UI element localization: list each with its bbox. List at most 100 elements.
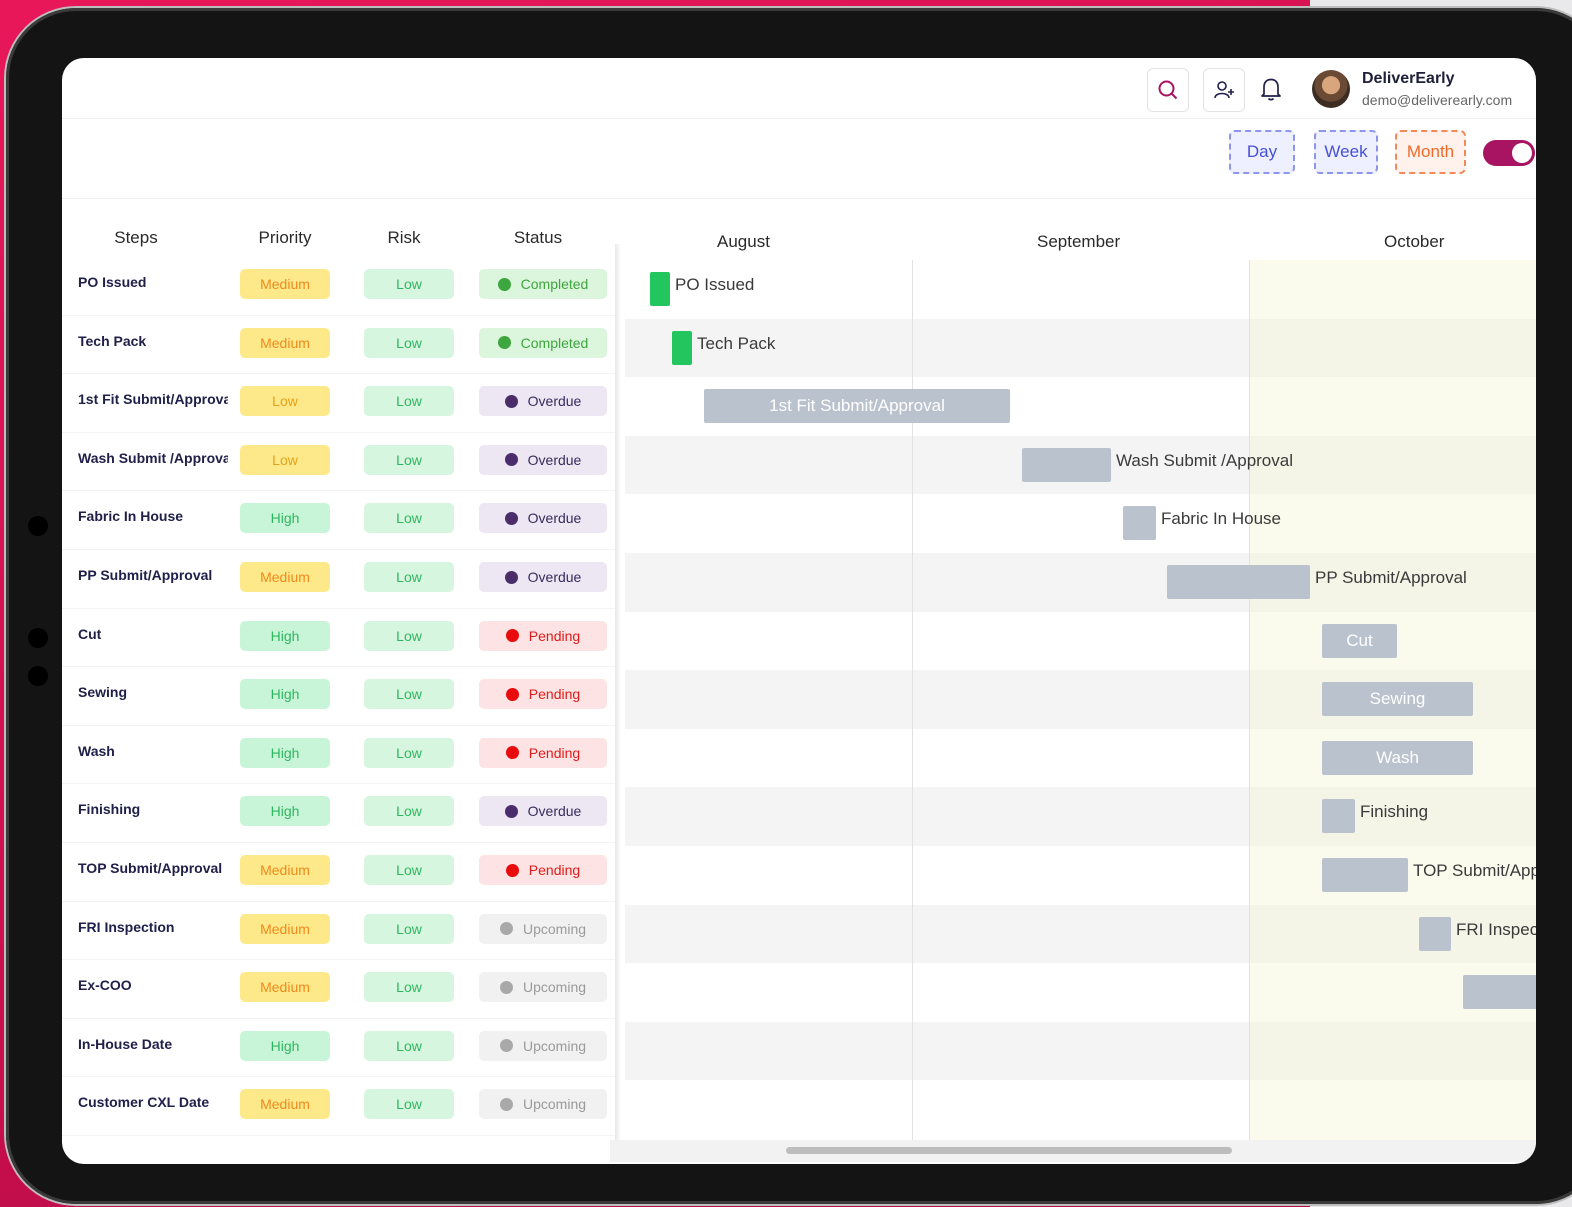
- status-label: Upcoming: [522, 1096, 587, 1113]
- header-divider: [62, 198, 1536, 199]
- risk-badge: Low: [364, 503, 454, 534]
- status-label: Upcoming: [522, 920, 587, 937]
- table-row[interactable]: Sewing High Low Pending: [62, 666, 615, 726]
- status-dot: [505, 629, 519, 643]
- column-header-status[interactable]: Status: [493, 228, 583, 248]
- step-name: Wash: [78, 742, 115, 759]
- table-row[interactable]: Tech Pack Medium Low Completed: [62, 315, 615, 375]
- user-name: DeliverEarly: [1362, 70, 1455, 87]
- priority-badge: Medium: [240, 972, 330, 1003]
- priority-badge: Medium: [240, 1089, 330, 1120]
- gantt-bar[interactable]: [1022, 447, 1111, 482]
- table-row[interactable]: In-House Date High Low Upcoming: [62, 1018, 615, 1078]
- priority-badge: Medium: [240, 913, 330, 944]
- step-name: TOP Submit/Approval: [78, 860, 223, 876]
- view-toggle-switch[interactable]: [1483, 140, 1535, 166]
- table-row[interactable]: Customer CXL Date Medium Low Upcoming: [62, 1076, 615, 1136]
- status-label: Overdue: [527, 803, 582, 820]
- table-row[interactable]: FRI Inspection Medium Low Upcoming: [62, 901, 615, 961]
- gantt-bar[interactable]: [1419, 916, 1451, 951]
- priority-badge: High: [240, 620, 330, 651]
- scrollbar-thumb[interactable]: [786, 1147, 1232, 1154]
- column-header-priority[interactable]: Priority: [240, 228, 330, 248]
- risk-badge: Low: [364, 796, 454, 827]
- priority-badge: Low: [240, 444, 330, 475]
- step-name: Customer CXL Date: [78, 1094, 210, 1111]
- step-name: Wash Submit /Approval: [78, 449, 228, 466]
- table-row[interactable]: 1st Fit Submit/Approval Low Low Overdue: [62, 373, 615, 433]
- table-row[interactable]: PO Issued Medium Low Completed: [62, 256, 615, 316]
- gantt-bar-label: Fabric In House: [1161, 509, 1281, 529]
- step-name: FRI Inspection: [78, 918, 175, 935]
- step-name: In-House Date: [78, 1035, 173, 1052]
- side-sensor: [28, 666, 48, 686]
- table-row[interactable]: PP Submit/Approval Medium Low Overdue: [62, 549, 615, 609]
- gantt-bar[interactable]: [650, 272, 670, 306]
- priority-badge: High: [240, 1030, 330, 1061]
- risk-badge: Low: [364, 913, 454, 944]
- gantt-bar-label: FRI Inspection: [1456, 919, 1536, 939]
- step-name: Sewing: [78, 684, 128, 701]
- risk-badge: Low: [364, 386, 454, 417]
- status-dot: [504, 511, 518, 525]
- gantt-bar[interactable]: [1322, 799, 1355, 834]
- gantt-bar[interactable]: [1167, 565, 1310, 599]
- table-row[interactable]: TOP Submit/Approval Medium Low Pending: [62, 842, 615, 902]
- month-label-october: October: [1384, 232, 1445, 251]
- status-badge: Overdue: [479, 796, 607, 827]
- risk-badge: Low: [364, 562, 454, 592]
- week-view-button[interactable]: Week: [1314, 130, 1378, 174]
- notification-bell-icon[interactable]: [1258, 76, 1284, 102]
- status-dot: [499, 1039, 513, 1053]
- column-header-risk[interactable]: Risk: [364, 228, 444, 248]
- step-name: Tech Pack: [78, 332, 147, 349]
- status-dot: [499, 980, 513, 994]
- priority-badge: High: [240, 737, 330, 768]
- month-view-button[interactable]: Month: [1395, 130, 1466, 174]
- priority-badge: Medium: [240, 269, 330, 299]
- risk-badge: Low: [364, 444, 454, 475]
- table-row[interactable]: Ex-COO Medium Low Upcoming: [62, 959, 615, 1019]
- status-label: Pending: [528, 627, 581, 644]
- step-name: Finishing: [78, 801, 141, 818]
- risk-badge: Low: [364, 620, 454, 651]
- status-dot: [505, 863, 519, 877]
- risk-badge: Low: [364, 679, 454, 710]
- top-header: DeliverEarly demo@deliverearly.com: [62, 58, 1536, 119]
- gantt-bar[interactable]: [672, 330, 692, 365]
- table-edge-shadow: [615, 244, 621, 1144]
- gantt-bar[interactable]: Wash: [1322, 740, 1473, 775]
- gantt-bar[interactable]: Sewing: [1322, 682, 1473, 717]
- gantt-bar[interactable]: [1322, 858, 1408, 892]
- gantt-bar[interactable]: Cut: [1322, 623, 1397, 658]
- table-row[interactable]: Fabric In House High Low Overdue: [62, 490, 615, 550]
- risk-badge: Low: [364, 855, 454, 885]
- status-badge: Upcoming: [479, 1030, 607, 1061]
- status-label: Overdue: [527, 510, 582, 527]
- gantt-bar-label: Finishing: [1360, 802, 1429, 822]
- table-row[interactable]: Cut High Low Pending: [62, 608, 615, 668]
- status-dot: [504, 570, 518, 584]
- add-user-button[interactable]: [1203, 68, 1245, 112]
- gantt-bar-label: Tech Pack: [697, 333, 776, 353]
- gantt-bar[interactable]: [1463, 975, 1536, 1010]
- day-view-button[interactable]: Day: [1229, 130, 1295, 174]
- table-row[interactable]: Finishing High Low Overdue: [62, 783, 615, 843]
- status-badge: Upcoming: [479, 913, 607, 944]
- gantt-bar[interactable]: [1123, 506, 1156, 541]
- column-header-steps[interactable]: Steps: [106, 228, 166, 248]
- status-badge: Completed: [479, 327, 607, 358]
- status-label: Overdue: [527, 451, 582, 468]
- status-label: Upcoming: [522, 1037, 587, 1054]
- search-icon: [1158, 80, 1178, 100]
- status-dot: [504, 453, 518, 467]
- gantt-chart: August September October PO Issued Tech P…: [625, 218, 1536, 1140]
- table-row[interactable]: Wash High Low Pending: [62, 725, 615, 785]
- table-row[interactable]: Wash Submit /Approval Low Low Overdue: [62, 432, 615, 492]
- gantt-bar[interactable]: 1st Fit Submit/Approval: [704, 389, 1010, 424]
- search-button[interactable]: [1147, 68, 1189, 112]
- avatar[interactable]: [1312, 70, 1350, 108]
- status-badge: Upcoming: [479, 1089, 607, 1120]
- status-label: Overdue: [527, 569, 582, 585]
- gantt-bar-label: PO Issued: [675, 275, 755, 294]
